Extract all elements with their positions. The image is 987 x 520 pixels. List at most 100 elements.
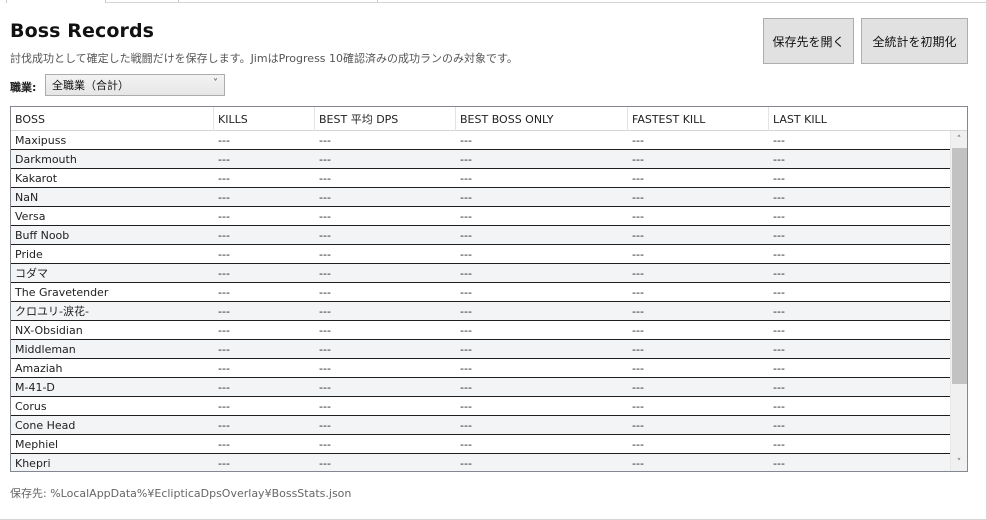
cell-fastest-kill: ---	[632, 247, 644, 261]
column-header-best-boss-only[interactable]: BEST BOSS ONLY	[456, 107, 628, 131]
open-save-location-button[interactable]: 保存先を開く	[763, 18, 854, 64]
table-row[interactable]: クロユリ-涙花- --- --- --- --- ---	[11, 302, 950, 321]
cell-last-kill: ---	[773, 171, 785, 185]
cell-last-kill: ---	[773, 456, 785, 470]
cell-kills: ---	[218, 266, 230, 280]
cell-kills: ---	[218, 152, 230, 166]
cell-best-avg-dps: ---	[319, 399, 331, 413]
column-header-fastest-kill[interactable]: FASTEST KILL	[628, 107, 769, 131]
cell-best-boss-only: ---	[460, 190, 472, 204]
cell-best-avg-dps: ---	[319, 190, 331, 204]
cell-best-boss-only: ---	[460, 133, 472, 147]
cell-last-kill: ---	[773, 342, 785, 356]
tab-divider	[106, 2, 986, 3]
cell-fastest-kill: ---	[632, 380, 644, 394]
cell-best-boss-only: ---	[460, 361, 472, 375]
table-row[interactable]: Maxipuss --- --- --- --- ---	[11, 131, 950, 150]
table-row[interactable]: Pride --- --- --- --- ---	[11, 245, 950, 264]
cell-fastest-kill: ---	[632, 266, 644, 280]
table-row[interactable]: NaN --- --- --- --- ---	[11, 188, 950, 207]
cell-boss-name: Buff Noob	[15, 228, 70, 242]
table-row[interactable]: M-41-D --- --- --- --- ---	[11, 378, 950, 397]
cell-best-boss-only: ---	[460, 342, 472, 356]
cell-fastest-kill: ---	[632, 437, 644, 451]
cell-kills: ---	[218, 437, 230, 451]
cell-best-boss-only: ---	[460, 247, 472, 261]
table-row[interactable]: Amaziah --- --- --- --- ---	[11, 359, 950, 378]
table-row[interactable]: NX-Obsidian --- --- --- --- ---	[11, 321, 950, 340]
cell-best-avg-dps: ---	[319, 228, 331, 242]
cell-last-kill: ---	[773, 399, 785, 413]
cell-fastest-kill: ---	[632, 133, 644, 147]
cell-kills: ---	[218, 304, 230, 318]
cell-best-avg-dps: ---	[319, 266, 331, 280]
cell-best-avg-dps: ---	[319, 152, 331, 166]
cell-last-kill: ---	[773, 285, 785, 299]
cell-boss-name: Darkmouth	[15, 152, 77, 166]
table-row[interactable]: Buff Noob --- --- --- --- ---	[11, 226, 950, 245]
cell-fastest-kill: ---	[632, 152, 644, 166]
cell-kills: ---	[218, 399, 230, 413]
cell-last-kill: ---	[773, 247, 785, 261]
table-row[interactable]: Darkmouth --- --- --- --- ---	[11, 150, 950, 169]
table-row[interactable]: Khepri --- --- --- --- ---	[11, 454, 950, 471]
column-header-kills[interactable]: KILLS	[214, 107, 315, 131]
cell-boss-name: Pride	[15, 247, 43, 261]
cell-best-avg-dps: ---	[319, 342, 331, 356]
scroll-down-icon[interactable]: ˅	[951, 454, 967, 471]
cell-boss-name: M-41-D	[15, 380, 55, 394]
cell-kills: ---	[218, 323, 230, 337]
table-row[interactable]: Cone Head --- --- --- --- ---	[11, 416, 950, 435]
cell-best-boss-only: ---	[460, 152, 472, 166]
column-header-best-avg-dps[interactable]: BEST 平均 DPS	[315, 107, 456, 131]
scroll-up-icon[interactable]: ˄	[951, 131, 967, 148]
cell-last-kill: ---	[773, 133, 785, 147]
cell-boss-name: Middleman	[15, 342, 76, 356]
cell-boss-name: コダマ	[15, 267, 48, 280]
cell-fastest-kill: ---	[632, 171, 644, 185]
cell-fastest-kill: ---	[632, 399, 644, 413]
cell-best-avg-dps: ---	[319, 133, 331, 147]
cell-kills: ---	[218, 361, 230, 375]
cell-fastest-kill: ---	[632, 304, 644, 318]
cell-kills: ---	[218, 285, 230, 299]
cell-best-avg-dps: ---	[319, 247, 331, 261]
table-row[interactable]: Mephiel --- --- --- --- ---	[11, 435, 950, 454]
cell-best-boss-only: ---	[460, 209, 472, 223]
cell-boss-name: Kakarot	[15, 171, 58, 185]
cell-best-boss-only: ---	[460, 285, 472, 299]
cell-best-avg-dps: ---	[319, 209, 331, 223]
page-subtitle: 討伐成功として確定した戦闘だけを保存します。JimはProgress 10確認済…	[10, 52, 518, 65]
cell-kills: ---	[218, 418, 230, 432]
cell-kills: ---	[218, 133, 230, 147]
cell-best-avg-dps: ---	[319, 304, 331, 318]
cell-kills: ---	[218, 190, 230, 204]
cell-best-boss-only: ---	[460, 456, 472, 470]
reset-all-stats-button[interactable]: 全統計を初期化	[861, 18, 968, 64]
cell-last-kill: ---	[773, 228, 785, 242]
table-row[interactable]: Kakarot --- --- --- --- ---	[11, 169, 950, 188]
scrollbar-thumb[interactable]	[952, 148, 967, 384]
column-header-boss[interactable]: BOSS	[11, 107, 214, 131]
cell-boss-name: NaN	[15, 190, 39, 204]
tab-edge-1[interactable]	[6, 0, 106, 3]
job-filter-label: 職業:	[10, 81, 37, 94]
table-row[interactable]: The Gravetender --- --- --- --- ---	[11, 283, 950, 302]
cell-fastest-kill: ---	[632, 228, 644, 242]
table-row[interactable]: Corus --- --- --- --- ---	[11, 397, 950, 416]
job-filter-select[interactable]: 全職業（合計） ˅	[45, 74, 225, 96]
cell-kills: ---	[218, 209, 230, 223]
table-row[interactable]: コダマ --- --- --- --- ---	[11, 264, 950, 283]
cell-best-avg-dps: ---	[319, 361, 331, 375]
table-row[interactable]: Versa --- --- --- --- ---	[11, 207, 950, 226]
cell-last-kill: ---	[773, 304, 785, 318]
cell-last-kill: ---	[773, 418, 785, 432]
cell-kills: ---	[218, 342, 230, 356]
column-header-last-kill[interactable]: LAST KILL	[769, 107, 950, 131]
cell-kills: ---	[218, 456, 230, 470]
cell-last-kill: ---	[773, 266, 785, 280]
cell-best-boss-only: ---	[460, 399, 472, 413]
table-row[interactable]: Middleman --- --- --- --- ---	[11, 340, 950, 359]
vertical-scrollbar[interactable]: ˄ ˅	[950, 131, 967, 471]
cell-last-kill: ---	[773, 190, 785, 204]
